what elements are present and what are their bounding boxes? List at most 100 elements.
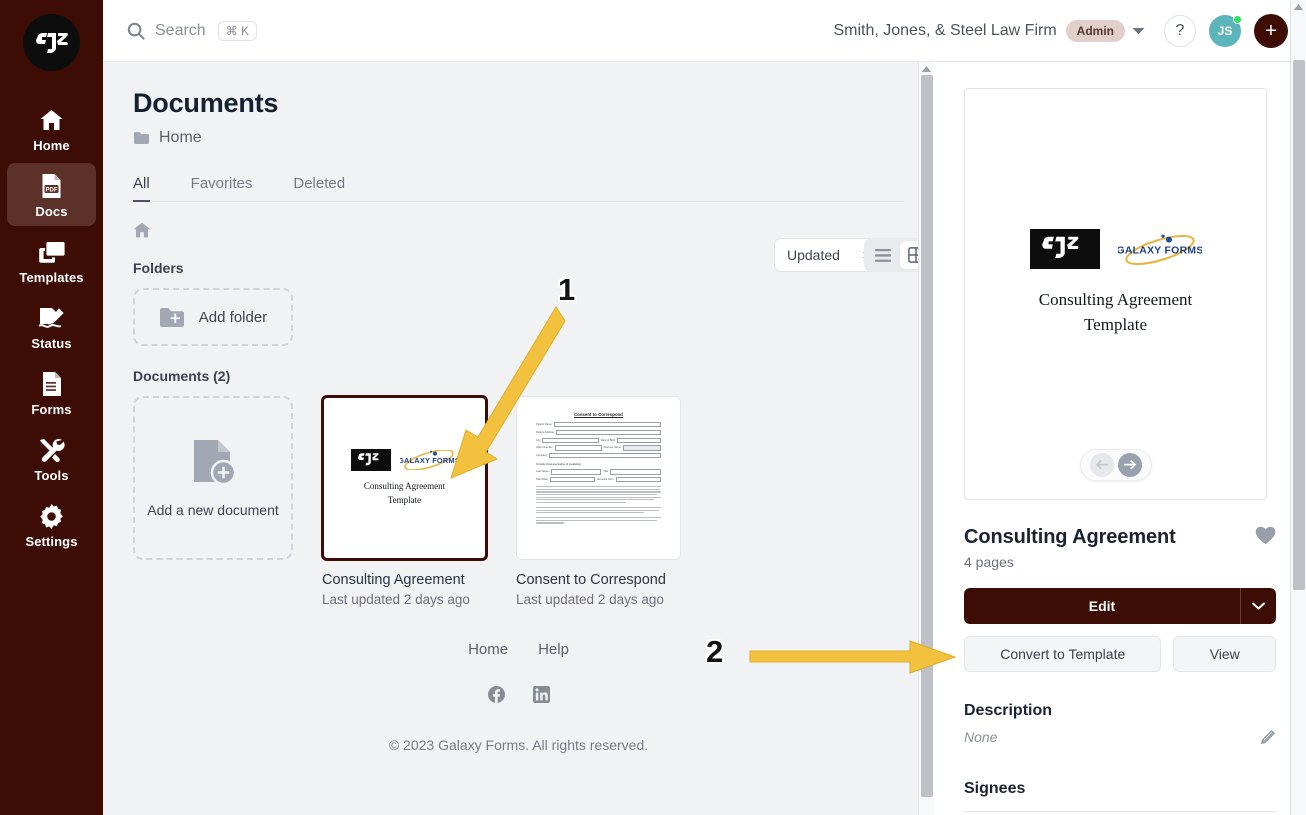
- annotation-number-1: 1: [558, 272, 576, 307]
- copyright-text: © 2023 Galaxy Forms. All rights reserved…: [388, 737, 649, 754]
- add-document-label: Add a new document: [147, 502, 279, 518]
- sjs-logo-icon: [351, 449, 391, 472]
- thumbnail-title: Consulting Agreement Template: [363, 481, 446, 505]
- scrollbar-thumb[interactable]: [921, 75, 933, 797]
- chevron-down-icon: [1252, 602, 1265, 610]
- form-thumbnail-title: Consent to Correspond: [574, 412, 623, 417]
- svg-text:GALAXY FORMS: GALAXY FORMS: [400, 456, 458, 465]
- signees-heading: Signees: [964, 780, 1026, 797]
- preview-page: GALAXY FORMS Consulting Agreement Templa…: [1029, 228, 1202, 338]
- document-meta: Last updated 2 days ago: [322, 592, 470, 608]
- sidebar-item-label: Docs: [35, 204, 68, 219]
- documents-inner: Documents Home All Favorites Deleted Upd…: [103, 62, 934, 815]
- add-button[interactable]: +: [1254, 13, 1288, 48]
- primary-sidebar: Home PDF Docs Templates Status Forms Too…: [0, 0, 103, 815]
- avatar-initials: JS: [1217, 23, 1233, 38]
- sidebar-item-label: Templates: [19, 270, 84, 285]
- sidebar-item-home[interactable]: Home: [7, 97, 96, 160]
- sidebar-item-settings[interactable]: Settings: [7, 493, 96, 556]
- signees-divider: [964, 811, 1276, 812]
- scroll-up-icon[interactable]: [919, 62, 934, 75]
- search-input[interactable]: Search ⌘ K: [127, 20, 258, 41]
- avatar[interactable]: JS: [1209, 14, 1242, 47]
- edit-dropdown-button[interactable]: [1240, 588, 1276, 624]
- body-split: Documents Home All Favorites Deleted Upd…: [103, 62, 1306, 815]
- thumbnail-logos: GALAXY FORMS: [351, 449, 458, 472]
- breadcrumb[interactable]: Home: [133, 129, 904, 147]
- scrollbar-thumb[interactable]: [1293, 60, 1305, 590]
- document-name: Consent to Correspond: [516, 572, 666, 588]
- next-page-button[interactable]: [1117, 453, 1142, 477]
- tab-favorites[interactable]: Favorites: [191, 169, 253, 201]
- work-area: Search ⌘ K Smith, Jones, & Steel Law Fir…: [103, 0, 1306, 815]
- document-card-consent-to-correspond[interactable]: Consent to Correspond Patient Name Patie…: [516, 396, 681, 607]
- sort-select-value: Updated: [787, 247, 840, 263]
- document-plus-icon: [190, 438, 237, 491]
- cover-thumbnail: GALAXY FORMS Consulting Agreement Templat…: [351, 449, 458, 506]
- document-preview: GALAXY FORMS Consulting Agreement Templa…: [964, 88, 1267, 500]
- preview-document-title: Consulting Agreement Template: [1030, 287, 1202, 338]
- details-page-count: 4 pages: [964, 554, 1014, 570]
- sidebar-item-templates[interactable]: Templates: [7, 229, 96, 292]
- preview-pager: [1079, 449, 1152, 481]
- scroll-up-icon[interactable]: [1291, 0, 1306, 14]
- sidebar-item-docs[interactable]: PDF Docs: [7, 163, 96, 226]
- list-view-button[interactable]: [867, 241, 898, 269]
- content-scrollbar[interactable]: [918, 62, 934, 815]
- preview-title-line1: Consulting Agreement: [1038, 289, 1193, 309]
- tab-all[interactable]: All: [133, 169, 150, 202]
- org-switcher[interactable]: Smith, Jones, & Steel Law Firm Admin: [833, 19, 1145, 42]
- help-button[interactable]: ?: [1164, 14, 1196, 47]
- document-thumbnail: GALAXY FORMS Consulting Agreement Templat…: [322, 396, 487, 560]
- sidebar-item-label: Home: [33, 138, 70, 153]
- footer-link-help[interactable]: Help: [538, 641, 569, 658]
- online-status-dot: [1233, 14, 1242, 24]
- preview-logos: GALAXY FORMS: [1029, 228, 1202, 269]
- signature-icon: [38, 304, 66, 332]
- app-root: Home PDF Docs Templates Status Forms Too…: [0, 0, 1306, 815]
- page-scrollbar[interactable]: [1290, 0, 1306, 815]
- details-title: Consulting Agreement: [964, 526, 1176, 548]
- brand-logo[interactable]: [23, 14, 80, 71]
- details-header: Consulting Agreement 4 pages: [964, 526, 1276, 570]
- arrow-right-icon: [1123, 459, 1136, 470]
- page-title: Documents: [133, 88, 279, 118]
- chevron-down-icon[interactable]: [1132, 27, 1145, 35]
- footer-links: Home Help: [133, 641, 904, 658]
- galaxy-forms-logo-icon: GALAXY FORMS: [400, 450, 458, 471]
- edit-split-button: Edit: [964, 588, 1276, 624]
- description-heading: Description: [964, 702, 1053, 719]
- form-thumbnail: Consent to Correspond Patient Name Patie…: [530, 405, 667, 551]
- sidebar-item-tools[interactable]: Tools: [7, 427, 96, 490]
- home-icon[interactable]: [133, 222, 151, 238]
- pencil-icon[interactable]: [1260, 729, 1276, 745]
- linkedin-icon[interactable]: [532, 686, 550, 704]
- document-card-consulting-agreement[interactable]: GALAXY FORMS Consulting Agreement Templat…: [322, 396, 487, 607]
- status-badge: Admin: [1065, 19, 1125, 42]
- folder-plus-icon: [159, 307, 185, 328]
- preview-title-line2: Template: [1083, 315, 1147, 334]
- top-header: Search ⌘ K Smith, Jones, & Steel Law Fir…: [103, 0, 1306, 62]
- previous-page-button[interactable]: [1089, 453, 1114, 477]
- convert-to-template-button[interactable]: Convert to Template: [964, 636, 1162, 672]
- gear-icon: [38, 502, 66, 530]
- pdf-icon: PDF: [38, 172, 66, 200]
- facebook-icon[interactable]: [487, 686, 505, 704]
- documents-section-label: Documents (2): [133, 368, 231, 384]
- breadcrumb-trail[interactable]: [133, 222, 904, 238]
- footer-link-home[interactable]: Home: [468, 641, 508, 658]
- search-shortcut-badge: ⌘ K: [217, 20, 258, 41]
- add-folder-button[interactable]: Add folder: [133, 288, 293, 346]
- sidebar-item-forms[interactable]: Forms: [7, 361, 96, 424]
- heart-icon[interactable]: [1255, 526, 1276, 545]
- sidebar-item-label: Settings: [25, 534, 78, 549]
- forms-icon: [38, 370, 66, 398]
- add-document-button[interactable]: Add a new document: [133, 396, 293, 560]
- sidebar-item-status[interactable]: Status: [7, 295, 96, 358]
- edit-button[interactable]: Edit: [964, 588, 1240, 624]
- tab-deleted[interactable]: Deleted: [293, 169, 345, 201]
- folder-icon: [133, 131, 150, 145]
- view-button[interactable]: View: [1173, 636, 1276, 672]
- details-title-block: Consulting Agreement 4 pages: [964, 526, 1176, 570]
- documents-grid: Add a new document GALAXY FORMS Consulti…: [133, 396, 904, 607]
